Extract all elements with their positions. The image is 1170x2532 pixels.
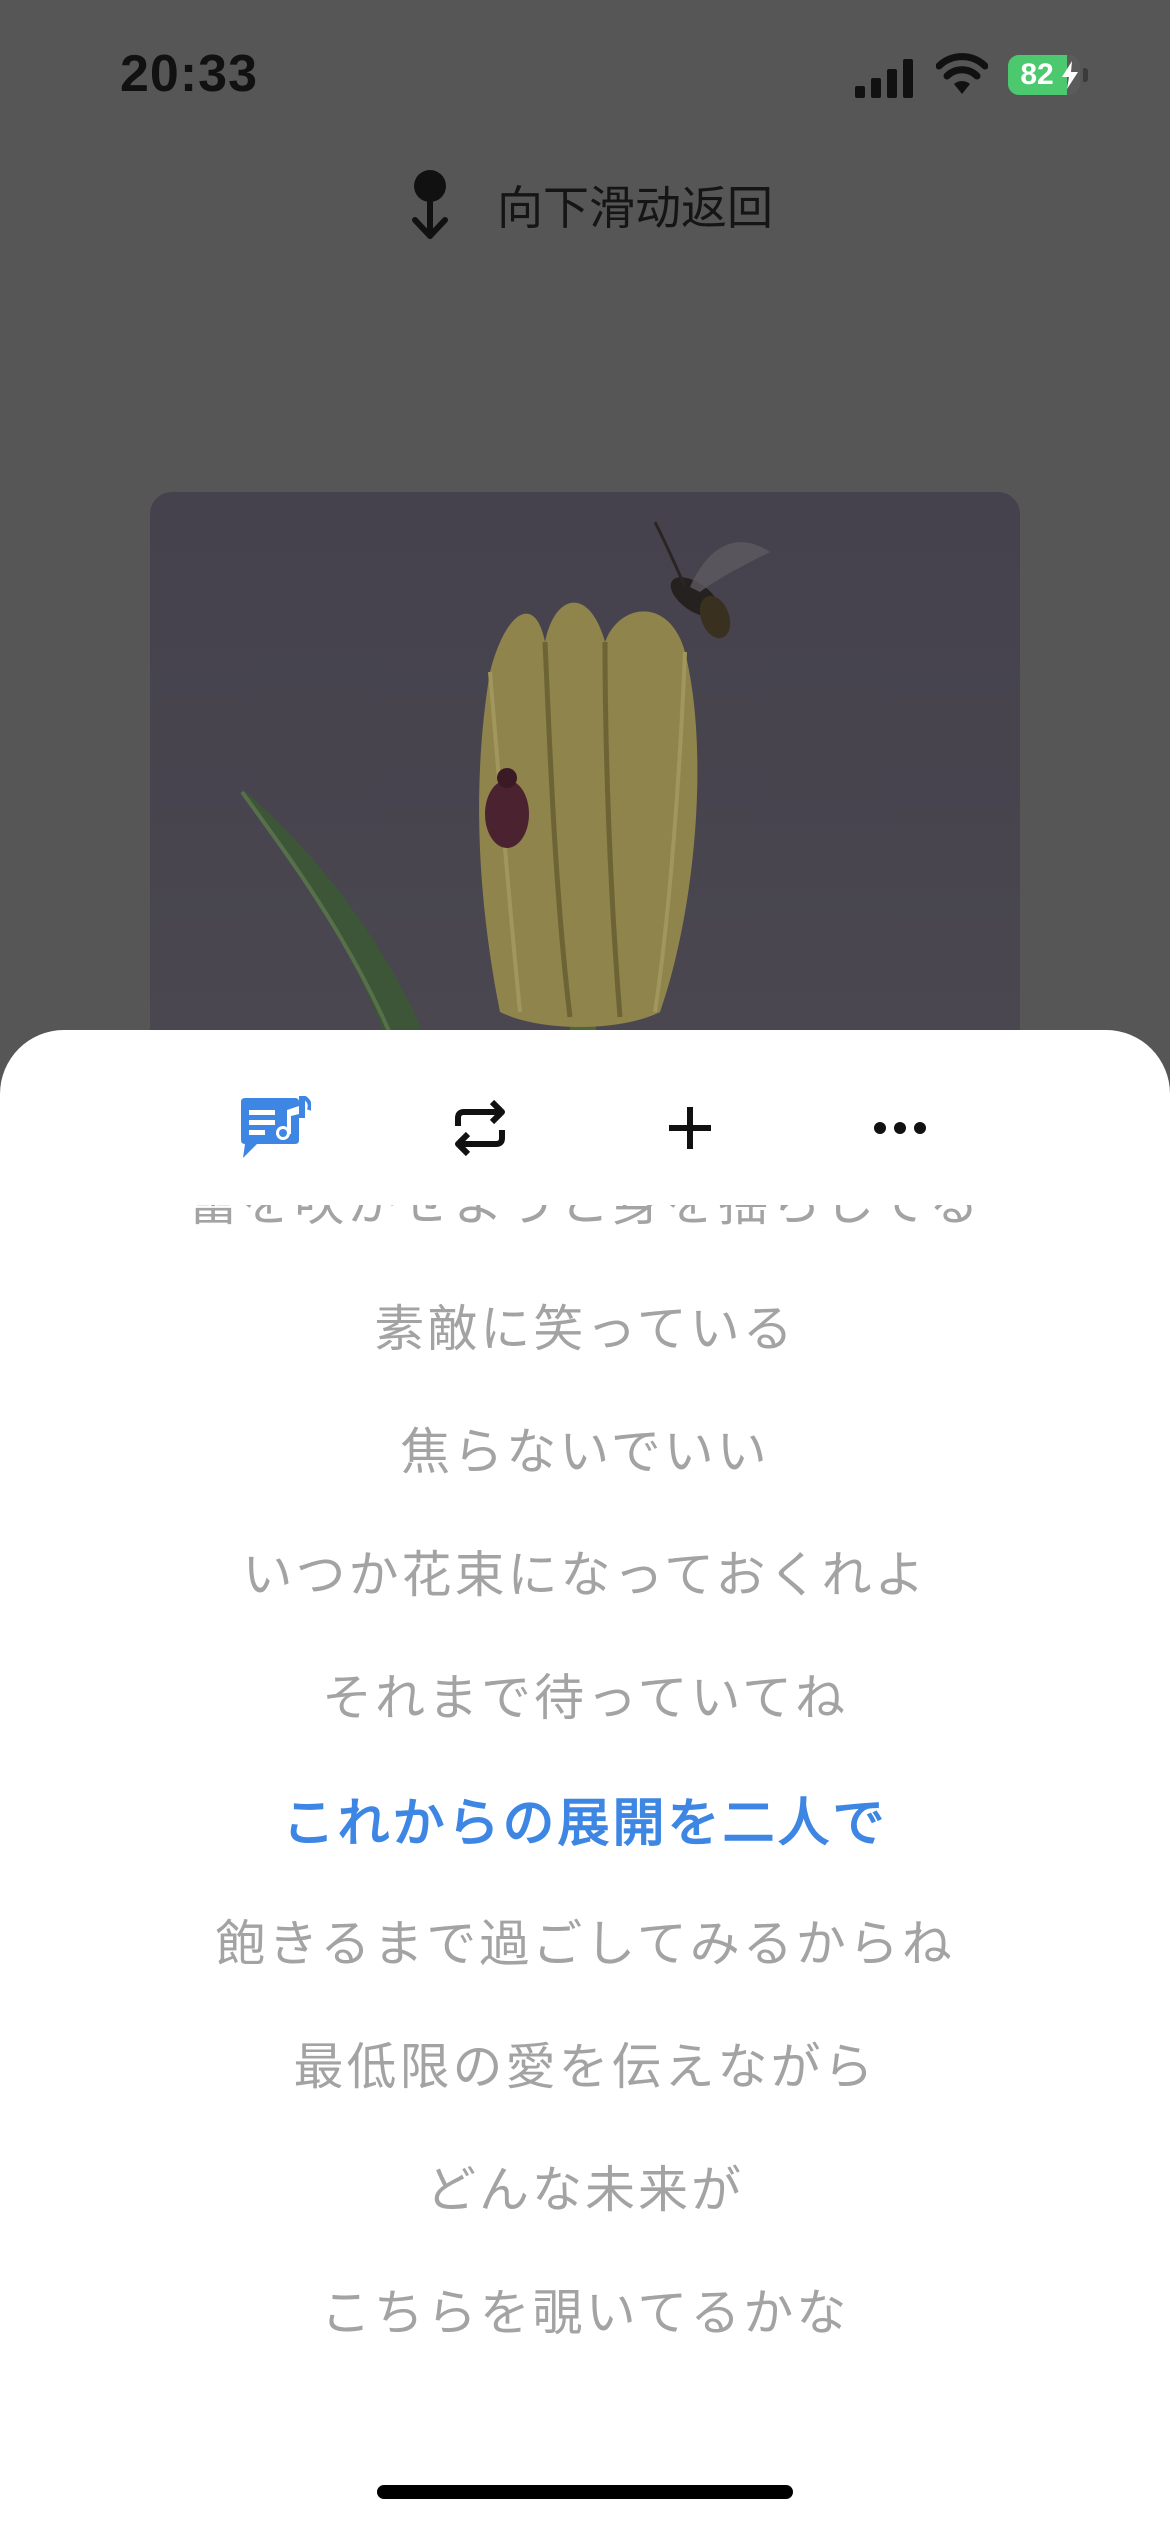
cellular-signal-icon xyxy=(855,59,913,98)
lyrics-icon xyxy=(241,1096,311,1158)
more-icon xyxy=(874,1122,926,1134)
swipe-hint-text: 向下滑动返回 xyxy=(497,181,773,235)
repeat-button[interactable] xyxy=(425,1078,535,1178)
home-indicator[interactable] xyxy=(377,2485,793,2499)
status-time: 20:33 xyxy=(120,45,258,103)
lyric-line[interactable]: 焦らないでいい xyxy=(0,1412,1170,1484)
battery-indicator: 82 xyxy=(1008,55,1088,95)
lyric-line[interactable]: それまで待っていてね xyxy=(0,1658,1170,1730)
battery-percent: 82 xyxy=(1020,58,1054,91)
lyric-line-current[interactable]: これからの展開を二人で xyxy=(0,1781,1170,1856)
lyric-line[interactable]: いつか花束になっておくれよ xyxy=(0,1535,1170,1607)
repeat-icon xyxy=(455,1100,505,1156)
lyrics-toggle-button[interactable] xyxy=(220,1078,330,1178)
lyrics-list[interactable]: 蕾を咲かせようと身を揺らしてる 素敵に笑っている 焦らないでいい いつか花束にな… xyxy=(0,1205,1170,2405)
lyric-line[interactable]: どんな未来が xyxy=(0,2150,1170,2222)
lyric-line[interactable]: 蕾を咲かせようと身を揺らしてる xyxy=(0,1205,1170,1235)
add-button[interactable] xyxy=(635,1078,745,1178)
more-button[interactable] xyxy=(845,1078,955,1178)
album-cover-image xyxy=(150,492,1020,1112)
lyric-line[interactable]: 最低限の愛を伝えながら xyxy=(0,2027,1170,2099)
add-icon xyxy=(669,1107,711,1149)
lyric-line[interactable]: 素敵に笑っている xyxy=(0,1289,1170,1361)
swipe-down-hint[interactable]: 向下滑动返回 xyxy=(0,165,1170,245)
lyrics-sheet: 蕾を咲かせようと身を揺らしてる 素敵に笑っている 焦らないでいい いつか花束にな… xyxy=(0,1030,1170,2532)
charging-bolt-icon xyxy=(1062,61,1078,89)
pin-down-arrow-icon xyxy=(412,170,448,239)
wifi-icon xyxy=(936,53,988,94)
lyric-line[interactable]: 飽きるまで過ごしてみるからね xyxy=(0,1904,1170,1976)
lyric-line[interactable]: こちらを覗いてるかな xyxy=(0,2273,1170,2345)
status-bar: 20:33 82 xyxy=(0,0,1170,150)
